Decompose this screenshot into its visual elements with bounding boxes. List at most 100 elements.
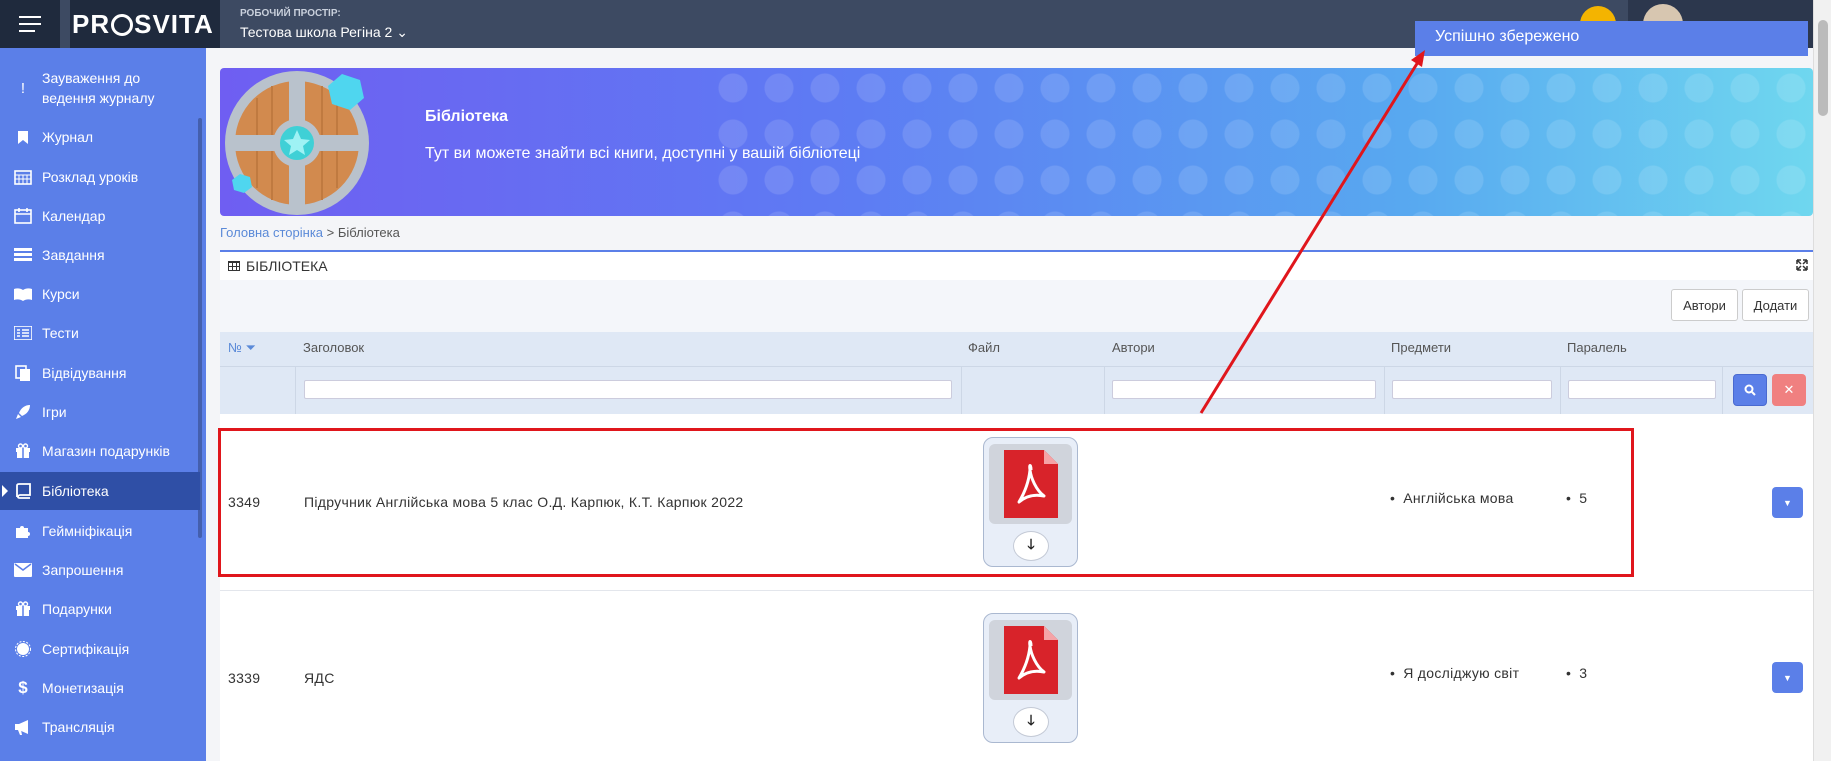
sidebar-item-label: Магазин подарунків [42, 443, 170, 459]
sidebar-item-label: Розклад уроків [42, 169, 139, 185]
search-icon [1744, 384, 1756, 396]
copy-icon [12, 364, 34, 382]
pdf-file-card[interactable]: 🡓 [983, 613, 1078, 743]
sidebar-item-label: Календар [42, 208, 106, 224]
sidebar-item-broadcast[interactable]: Трансляція [0, 716, 200, 738]
subjects-filter-input[interactable] [1392, 380, 1552, 399]
sidebar-item-label: Журнал [42, 129, 94, 145]
table-icon [228, 261, 240, 271]
search-button[interactable] [1733, 374, 1767, 406]
row-actions-button[interactable]: ▼ [1772, 662, 1803, 693]
sidebar-item-certification[interactable]: Сертифікація [0, 638, 200, 660]
sidebar-item-courses[interactable]: Курси [0, 283, 200, 305]
title-filter-input[interactable] [304, 380, 952, 399]
column-header-authors[interactable]: Автори [1112, 340, 1155, 355]
sidebar-item-label: Відвідування [42, 365, 127, 381]
gift-icon [12, 600, 34, 618]
sidebar-item-label: Тести [42, 325, 79, 341]
sidebar-item-journal-notes[interactable]: ! Зауваження до ведення журналу [0, 66, 200, 110]
authors-filter-input[interactable] [1112, 380, 1376, 399]
column-header-number[interactable]: № ⏷ [228, 340, 256, 356]
calendar-icon [12, 207, 34, 225]
shield-icon [225, 71, 369, 215]
sidebar-item-label: Курси [42, 286, 80, 302]
dollar-icon: $ [18, 678, 28, 697]
sidebar-item-tests[interactable]: Тести [0, 322, 200, 344]
column-header-file[interactable]: Файл [968, 340, 1000, 355]
clear-filter-button[interactable]: ✕ [1772, 374, 1806, 406]
tasks-icon [12, 246, 34, 264]
sidebar-item-label: Бібліотека [42, 483, 109, 499]
rocket-icon [12, 403, 34, 421]
bookmark-icon [12, 128, 34, 146]
highlight-box [218, 428, 1634, 577]
scrollbar-thumb[interactable] [1818, 20, 1828, 116]
panel-title: БІБЛІОТЕКА [228, 258, 328, 274]
banner-pattern [713, 68, 1813, 216]
book-icon [12, 482, 34, 500]
app-logo[interactable]: PR SVITA [70, 0, 220, 48]
row-parallel: 3 [1566, 665, 1587, 681]
sidebar-item-journal[interactable]: Журнал [0, 126, 200, 148]
row-id: 3339 [228, 670, 261, 686]
success-toast[interactable]: Успішно збережено [1415, 21, 1808, 56]
exclamation-icon: ! [20, 79, 26, 97]
breadcrumb-home-link[interactable]: Головна сторінка [220, 225, 323, 240]
parallel-filter-input[interactable] [1568, 380, 1716, 399]
column-header-title[interactable]: Заголовок [303, 340, 364, 355]
sidebar-item-tasks[interactable]: Завдання [0, 244, 200, 266]
sidebar-item-schedule[interactable]: Розклад уроків [0, 166, 200, 188]
sidebar-item-label: Ігри [42, 404, 67, 420]
badge-icon [12, 640, 34, 658]
sidebar-item-label: Трансляція [42, 719, 115, 735]
puzzle-icon [12, 522, 34, 540]
sidebar-item-monetization[interactable]: $ Монетизація [0, 677, 200, 699]
list-icon [12, 324, 34, 342]
row-actions-button[interactable]: ▼ [1772, 487, 1803, 518]
sidebar-item-library[interactable]: Бібліотека [0, 472, 200, 510]
breadcrumb-current: Бібліотека [337, 225, 400, 240]
sidebar-item-attendance[interactable]: Відвідування [0, 362, 200, 384]
caret-down-icon: ▼ [1783, 497, 1792, 508]
sidebar-item-label: Геймніфікація [42, 523, 133, 539]
pdf-icon [989, 620, 1072, 700]
sidebar-item-games[interactable]: Ігри [0, 401, 200, 423]
column-header-subjects[interactable]: Предмети [1391, 340, 1451, 355]
column-header-parallel[interactable]: Паралель [1567, 340, 1627, 355]
calendar-grid-icon [12, 168, 34, 186]
workspace-label: РОБОЧИЙ ПРОСТІР: [240, 8, 341, 19]
row-subject: Я досліджую світ [1390, 665, 1519, 681]
page-subtitle: Тут ви можете знайти всі книги, доступні… [425, 145, 861, 162]
caret-down-icon: ▼ [1783, 672, 1792, 683]
add-button[interactable]: Додати [1742, 289, 1809, 321]
sidebar-item-gifts[interactable]: Подарунки [0, 598, 200, 620]
sidebar-item-label: Завдання [42, 247, 105, 263]
breadcrumb-separator: > [323, 225, 338, 240]
sidebar-item-label: Сертифікація [42, 641, 130, 657]
row-title: ЯДС [304, 670, 335, 686]
workspace-selector[interactable]: Тестова школа Регіна 2 ⌄ [240, 24, 408, 41]
page-banner [220, 68, 1813, 216]
sidebar-item-label: Подарунки [42, 601, 112, 617]
authors-button[interactable]: Автори [1671, 289, 1738, 321]
gift-icon [12, 442, 34, 460]
bullhorn-icon [12, 718, 34, 736]
close-icon: ✕ [1783, 382, 1795, 397]
sidebar-item-label: Зауваження до ведення журналу [42, 70, 155, 106]
sidebar-item-gamification[interactable]: Геймніфікація [0, 520, 200, 542]
sidebar-item-label: Монетизація [42, 680, 124, 696]
book-open-icon [12, 285, 34, 303]
sidebar-item-invitations[interactable]: Запрошення [0, 559, 200, 581]
download-icon[interactable]: 🡓 [1013, 707, 1049, 737]
panel-toolbar [220, 280, 1813, 332]
fullscreen-icon[interactable] [1796, 258, 1808, 274]
page-scrollbar[interactable] [1813, 0, 1831, 761]
sidebar-item-gift-shop[interactable]: Магазин подарунків [0, 440, 200, 462]
hamburger-icon [19, 16, 41, 18]
breadcrumb: Головна сторінка > Бібліотека [220, 225, 400, 240]
panel-title-text: БІБЛІОТЕКА [246, 258, 328, 274]
envelope-icon [12, 561, 34, 579]
menu-toggle-button[interactable] [0, 0, 60, 48]
page-title: Бібліотека [425, 108, 509, 125]
sidebar-item-calendar[interactable]: Календар [0, 205, 200, 227]
